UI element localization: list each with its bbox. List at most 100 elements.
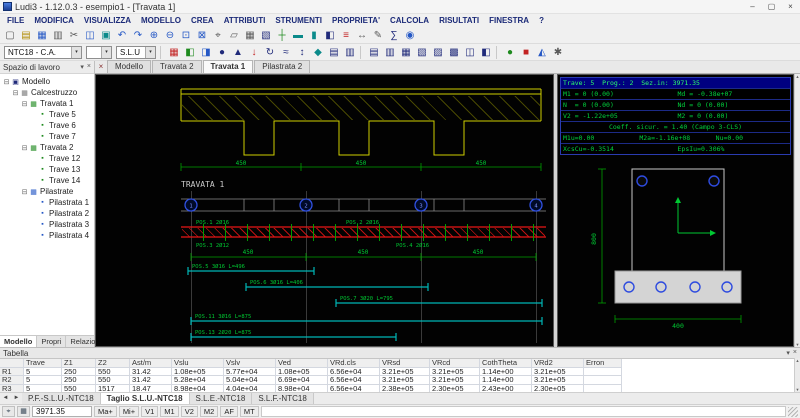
menu-item[interactable]: PROPRIETA' xyxy=(327,14,385,27)
status-toggle-button[interactable]: M1 xyxy=(160,406,178,417)
table-header-cell[interactable]: Erron xyxy=(584,359,622,368)
tab-scroll-right-icon[interactable]: ► xyxy=(11,393,22,404)
table-cell[interactable]: 5 xyxy=(24,368,62,377)
stress-diagram-icon[interactable]: ▨ xyxy=(431,45,446,60)
table-header-cell[interactable]: Vslu xyxy=(172,359,224,368)
table-header-cell[interactable]: Z2 xyxy=(96,359,130,368)
table-cell[interactable]: 3.21e+05 xyxy=(430,376,480,385)
crack-check-icon[interactable]: ◧ xyxy=(479,45,494,60)
paste-icon[interactable]: ▣ xyxy=(99,28,114,43)
shear-diagram-icon[interactable]: ▥ xyxy=(383,45,398,60)
settings-icon[interactable]: ✱ xyxy=(551,45,566,60)
report-icon[interactable]: ▥ xyxy=(343,45,358,60)
table-cell[interactable]: 5.04e+04 xyxy=(224,376,276,385)
doc-tab[interactable]: Pilastrata 2 xyxy=(254,60,310,73)
axial-icon[interactable]: ↕ xyxy=(295,45,310,60)
zoom-window-icon[interactable]: ⊡ xyxy=(179,28,194,43)
table-header-cell[interactable]: VRcd xyxy=(430,359,480,368)
info-icon[interactable]: ◉ xyxy=(403,28,418,43)
close-icon[interactable]: × xyxy=(95,61,107,73)
doc-tab[interactable]: Travata 2 xyxy=(152,60,202,73)
table-cell[interactable]: 1.14e+00 xyxy=(480,376,532,385)
tree-item[interactable]: ▪ Trave 14 xyxy=(0,175,94,186)
section-cut-icon[interactable]: ◧ xyxy=(183,45,198,60)
result-tab[interactable]: S.L.F.-NTC18 xyxy=(252,393,313,404)
view-icon[interactable]: ◨ xyxy=(199,45,214,60)
tree-item[interactable]: ▪ Pilastrata 1 xyxy=(0,197,94,208)
result-tab[interactable]: S.L.E.-NTC18 xyxy=(190,393,253,404)
table-scrollbar[interactable]: ▲ ▼ xyxy=(794,358,800,392)
tree-item[interactable]: ▪ Pilastrata 4 xyxy=(0,230,94,241)
beam-icon[interactable]: ▬ xyxy=(291,28,306,43)
table-cell[interactable]: 550 xyxy=(96,368,130,377)
viewport-scrollbar[interactable]: ▲ ▼ xyxy=(794,74,800,347)
table-header-cell[interactable]: CothTheta xyxy=(480,359,532,368)
tree-item[interactable]: ▪ Trave 13 xyxy=(0,164,94,175)
table-header-cell[interactable]: Trave xyxy=(24,359,62,368)
status-toggle-button[interactable]: Ma+ xyxy=(94,406,117,417)
measure-icon[interactable]: ↔ xyxy=(355,28,370,43)
tree-item[interactable]: ▪ Trave 6 xyxy=(0,120,94,131)
close-icon[interactable]: × xyxy=(87,63,91,71)
table-cell[interactable]: 5.77e+04 xyxy=(224,368,276,377)
table-cell[interactable]: 31.42 xyxy=(130,368,172,377)
envelope-icon[interactable]: ◆ xyxy=(311,45,326,60)
menu-item[interactable]: STRUMENTI xyxy=(270,14,327,27)
tree-item[interactable]: ▪ Pilastrata 3 xyxy=(0,219,94,230)
table-cell[interactable]: 3.21e+05 xyxy=(380,376,430,385)
table-cell[interactable] xyxy=(584,368,622,377)
table-cell[interactable]: 6.56e+04 xyxy=(328,368,380,377)
status-toggle-button[interactable]: V1 xyxy=(141,406,158,417)
resize-grip[interactable] xyxy=(788,407,798,417)
doc-tab[interactable]: Modello xyxy=(107,60,151,73)
load-icon[interactable]: ↓ xyxy=(247,45,262,60)
status-toggle-button[interactable]: V2 xyxy=(181,406,198,417)
close-icon[interactable]: × xyxy=(793,349,797,357)
node-icon[interactable]: ● xyxy=(215,45,230,60)
table-header-cell[interactable]: VRd2 xyxy=(532,359,584,368)
expander-icon[interactable]: ⊟ xyxy=(11,89,20,97)
cad-viewport[interactable]: 450 450 450 TRAVATA 1 1 2 3 xyxy=(95,74,554,347)
tree-item[interactable]: ⊟ ▦ Calcestruzzo xyxy=(0,87,94,98)
select-icon[interactable]: ▱ xyxy=(227,28,242,43)
result-tab[interactable]: Taglio S.L.U.-NTC18 xyxy=(101,393,190,404)
axial-diagram-icon[interactable]: ▦ xyxy=(399,45,414,60)
zoom-extents-icon[interactable]: ⊠ xyxy=(195,28,210,43)
row-header[interactable]: R2 xyxy=(0,376,24,385)
chevron-down-icon[interactable]: ▾ xyxy=(80,63,84,71)
chevron-down-icon[interactable]: ▾ xyxy=(71,47,81,58)
menu-item[interactable]: MODIFICA xyxy=(29,14,79,27)
undo-icon[interactable]: ↶ xyxy=(115,28,130,43)
view3d-icon[interactable]: ◭ xyxy=(535,45,550,60)
table-cell[interactable]: 3.21e+05 xyxy=(380,368,430,377)
status-toggle-button[interactable]: AF xyxy=(220,406,238,417)
table-cell[interactable]: 3.21e+05 xyxy=(532,376,584,385)
text-icon[interactable]: ✎ xyxy=(371,28,386,43)
stop-icon[interactable]: ■ xyxy=(519,45,534,60)
run-icon[interactable]: ● xyxy=(503,45,518,60)
table-header-cell[interactable]: VRsd xyxy=(380,359,430,368)
menu-item[interactable]: CREA xyxy=(186,14,219,27)
chevron-down-icon[interactable]: ▾ xyxy=(786,349,790,357)
moment-icon[interactable]: ↻ xyxy=(263,45,278,60)
chevron-down-icon[interactable]: ▾ xyxy=(101,47,111,58)
column-icon[interactable]: ▮ xyxy=(307,28,322,43)
chevron-down-icon[interactable]: ▾ xyxy=(145,47,155,58)
table-cell[interactable]: 5 xyxy=(24,376,62,385)
new-icon[interactable]: ▢ xyxy=(3,28,18,43)
table-header-cell[interactable]: VRd.cls xyxy=(328,359,380,368)
tree-item[interactable]: ⊟ ▦ Travata 2 xyxy=(0,142,94,153)
table-header-cell[interactable]: Z1 xyxy=(62,359,96,368)
scroll-up-icon[interactable]: ▲ xyxy=(795,74,800,79)
calc-icon[interactable]: ∑ xyxy=(387,28,402,43)
limit-state-combo[interactable]: S.L.U ▾ xyxy=(116,46,156,59)
table-cell[interactable]: 250 xyxy=(62,368,96,377)
table-cell[interactable]: 3.21e+05 xyxy=(430,368,480,377)
table-cell[interactable]: 6.56e+04 xyxy=(328,376,380,385)
support-icon[interactable]: ▲ xyxy=(231,45,246,60)
section-check-icon[interactable]: ◫ xyxy=(463,45,478,60)
tree-item[interactable]: ⊟ ▣ Modello xyxy=(0,76,94,87)
expander-icon[interactable]: ⊟ xyxy=(20,144,29,152)
menu-item[interactable]: MODELLO xyxy=(136,14,186,27)
section-icon[interactable]: ◧ xyxy=(323,28,338,43)
